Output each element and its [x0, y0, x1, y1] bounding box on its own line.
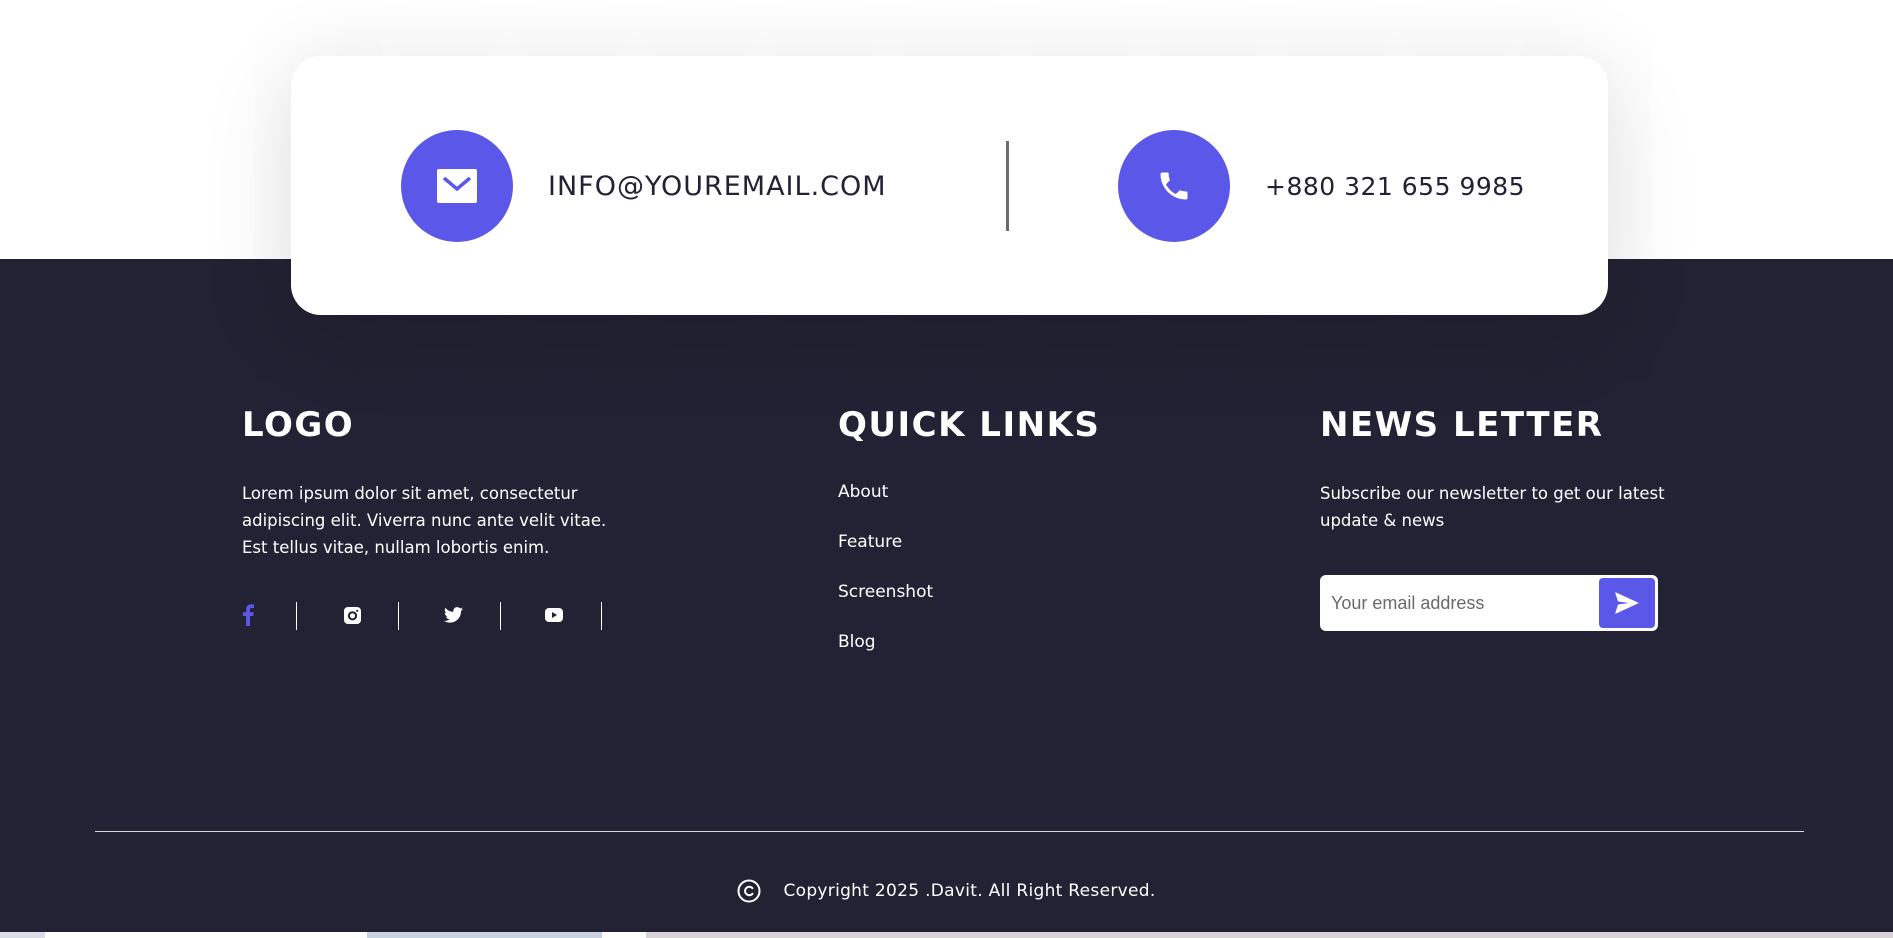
- twitter-link[interactable]: [444, 600, 463, 630]
- phone-icon: [1160, 172, 1188, 200]
- strip-segment: [602, 932, 646, 938]
- about-description: Lorem ipsum dolor sit amet, consectetur …: [242, 484, 607, 557]
- footer-quick-links-column: QUICK LINKS About Feature Screenshot Blo…: [838, 405, 1138, 680]
- instagram-link[interactable]: [344, 600, 361, 630]
- copyright-text: Copyright 2025 .Davit. All Right Reserve…: [783, 881, 1156, 901]
- social-separator: [500, 602, 501, 630]
- contact-phone[interactable]: +880 321 655 9985: [1118, 130, 1525, 242]
- footer-logo[interactable]: LOGO: [242, 405, 642, 445]
- quick-links-list: About Feature Screenshot Blog: [838, 480, 1138, 680]
- bottom-strip: [0, 932, 1893, 938]
- social-separator: [601, 602, 602, 630]
- youtube-link[interactable]: [545, 600, 563, 630]
- phone-icon-circle: [1118, 130, 1230, 242]
- strip-segment: [646, 932, 1893, 938]
- email-icon-circle: [401, 130, 513, 242]
- quick-link-screenshot[interactable]: Screenshot: [838, 580, 1138, 630]
- newsletter-description: Subscribe our newsletter to get our late…: [1320, 484, 1665, 530]
- footer-about-column: LOGO Lorem ipsum dolor sit amet, consect…: [242, 405, 642, 630]
- quick-link-blog[interactable]: Blog: [838, 630, 1138, 680]
- send-icon: [1615, 592, 1639, 614]
- footer-newsletter-column: NEWS LETTER Subscribe our newsletter to …: [1320, 405, 1670, 631]
- footer-divider: [95, 831, 1804, 832]
- twitter-icon: [444, 607, 463, 623]
- facebook-icon: [242, 604, 254, 626]
- strip-segment: [367, 932, 602, 938]
- newsletter-send-button[interactable]: [1599, 578, 1655, 628]
- newsletter-email-input[interactable]: [1320, 578, 1590, 628]
- contact-email[interactable]: INFO@YOUREMAIL.COM: [401, 130, 887, 242]
- facebook-link[interactable]: [242, 600, 254, 630]
- social-separator: [398, 602, 399, 630]
- youtube-icon: [545, 608, 563, 622]
- envelope-icon: [437, 169, 477, 203]
- copyright-icon-wrap: [737, 879, 761, 903]
- social-separator: [296, 602, 297, 630]
- copyright-icon: [737, 879, 761, 903]
- copyright-bar: Copyright 2025 .Davit. All Right Reserve…: [0, 876, 1893, 906]
- contact-phone-text[interactable]: +880 321 655 9985: [1265, 172, 1525, 201]
- page: INFO@YOUREMAIL.COM +880 321 655 9985 LOG…: [0, 0, 1893, 938]
- newsletter-title: NEWS LETTER: [1320, 405, 1604, 445]
- instagram-icon: [344, 606, 361, 624]
- social-links: [242, 600, 612, 630]
- quick-link-feature[interactable]: Feature: [838, 530, 1138, 580]
- quick-link-about[interactable]: About: [838, 480, 1138, 530]
- newsletter-form: [1320, 575, 1658, 631]
- contact-email-text[interactable]: INFO@YOUREMAIL.COM: [548, 171, 887, 202]
- contact-divider: [1006, 141, 1009, 231]
- contact-card: INFO@YOUREMAIL.COM +880 321 655 9985: [291, 56, 1608, 315]
- quick-links-title: QUICK LINKS: [838, 405, 1101, 445]
- strip-segment: [45, 932, 367, 938]
